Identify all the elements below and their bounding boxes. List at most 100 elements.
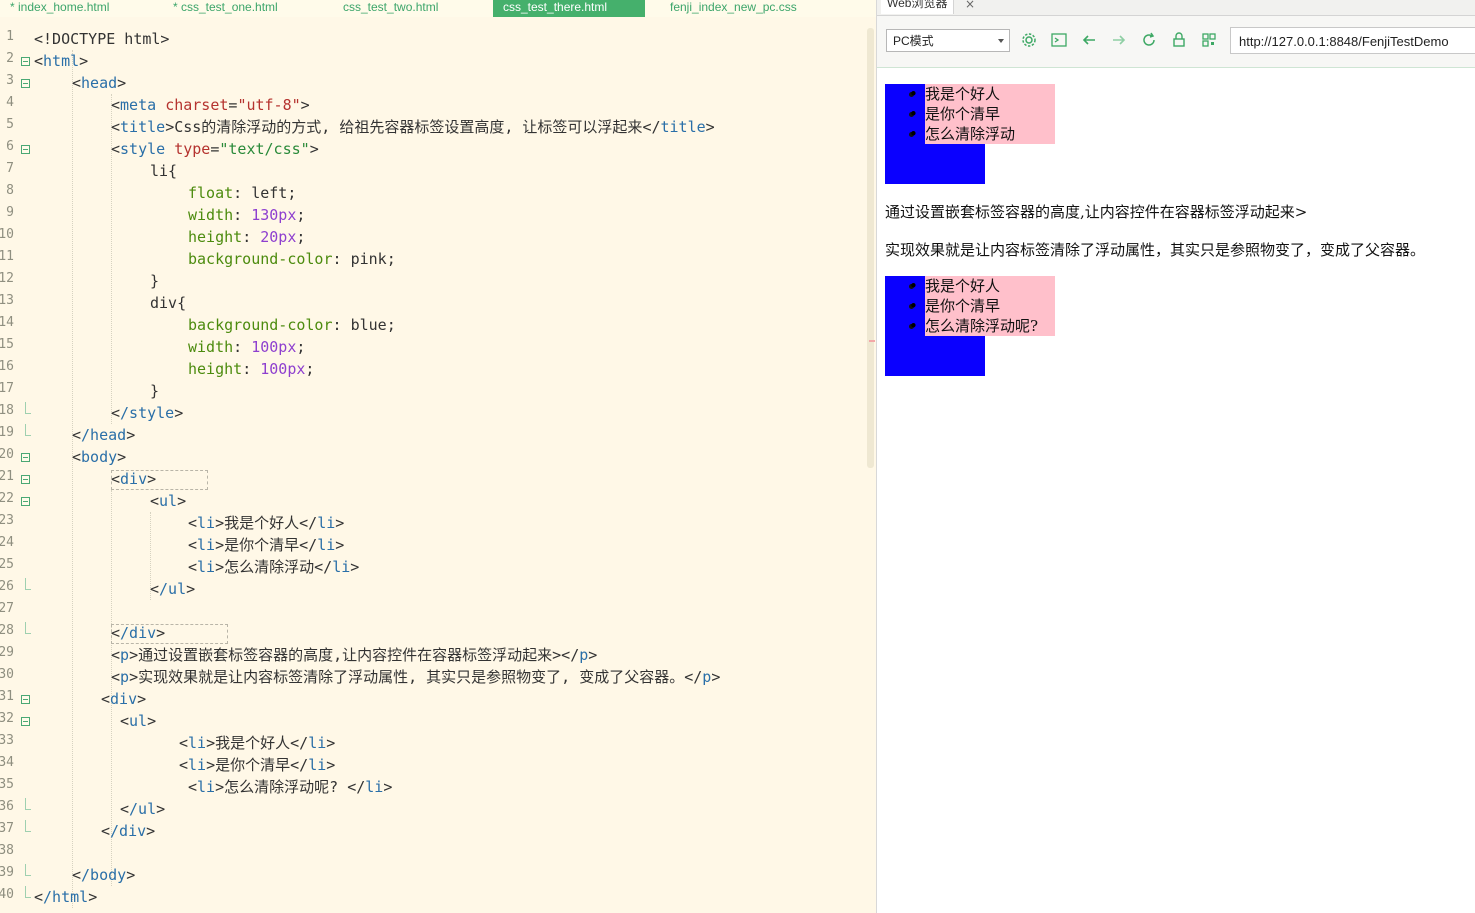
tab-css-test-there[interactable]: css_test_there.html — [493, 0, 645, 17]
line-number: 29 — [0, 645, 14, 660]
fold-toggle[interactable] — [21, 695, 30, 704]
fold-toggle[interactable] — [21, 145, 30, 154]
line-number: 35 — [0, 777, 14, 792]
code-line: 23 <li>我是个好人</li> — [0, 513, 345, 532]
lock-icon[interactable] — [1170, 31, 1188, 49]
fold-toggle[interactable] — [21, 453, 30, 462]
mode-select[interactable]: PC模式 — [886, 29, 1010, 52]
tab-css-test-one[interactable]: * css_test_one.html — [173, 0, 278, 17]
line-number: 26 — [0, 579, 14, 594]
line-number: 30 — [0, 667, 14, 682]
list-item: 我是个好人 — [925, 276, 1055, 296]
line-number: 40 — [0, 887, 14, 902]
code-line: 4 <meta charset="utf-8"> — [0, 94, 868, 116]
list-item: 我是个好人 — [925, 84, 1055, 104]
tab-css-test-two[interactable]: css_test_two.html — [343, 0, 438, 17]
line-number: 34 — [0, 755, 14, 770]
line-number: 15 — [0, 337, 14, 352]
fold-toggle[interactable] — [21, 57, 30, 66]
code-token: pink — [350, 250, 387, 268]
fold-toggle[interactable] — [21, 717, 30, 726]
line-number: 10 — [0, 227, 14, 242]
code-token: body — [81, 448, 118, 466]
code-line: 25 <li>怎么清除浮动</li> — [0, 557, 360, 576]
line-number: 13 — [0, 293, 14, 308]
code-line: 30 <p>实现效果就是让内容标签清除了浮动属性, 其实只是参照物变了, 变成了父… — [0, 667, 721, 686]
editor-tab-bar: * index_home.html * css_test_one.html cs… — [0, 0, 876, 17]
code-line: 13 div{ — [0, 292, 868, 314]
qrcode-icon[interactable] — [1200, 31, 1218, 49]
code-token: html — [43, 52, 80, 70]
code-token: 130px — [251, 206, 297, 224]
line-number: 28 — [0, 623, 14, 638]
code-line: 18 </style> — [0, 402, 184, 422]
line-number: 14 — [0, 315, 14, 330]
code-token: li — [197, 514, 216, 532]
code-token: type — [174, 140, 211, 158]
editor-scrollbar[interactable] — [867, 28, 874, 468]
code-line: 31 <div> — [0, 689, 147, 708]
line-number: 38 — [0, 843, 14, 858]
forward-arrow-icon[interactable] — [1110, 31, 1128, 49]
close-icon[interactable]: × — [965, 0, 975, 11]
line-number: 37 — [0, 821, 14, 836]
fold-toggle[interactable] — [21, 475, 30, 484]
settings-icon[interactable] — [1020, 31, 1038, 49]
code-token: li — [308, 734, 327, 752]
code-line: 32 <ul> — [0, 711, 157, 730]
browser-toolbar: PC模式 http://127.0.0.1:8848/FenjiTestDemo — [877, 16, 1475, 68]
line-number: 19 — [0, 425, 14, 440]
list-item: 怎么清除浮动呢? — [925, 316, 1055, 336]
code-token: head — [81, 74, 118, 92]
browser-tab-label: Web浏览器 — [887, 0, 948, 10]
url-bar[interactable]: http://127.0.0.1:8848/FenjiTestDemo — [1230, 27, 1475, 54]
line-number: 17 — [0, 381, 14, 396]
blue-container-2: 我是个好人 是你个清早 怎么清除浮动呢? — [885, 276, 1055, 376]
code-line: 26 </ul> — [0, 578, 196, 598]
code-line: 10 height: 20px; — [0, 227, 306, 246]
code-line: 24 <li>是你个清早</li> — [0, 535, 345, 554]
code-token: 实现效果就是让内容标签清除了浮动属性, 其实只是参照物变了, 变成了父容器。 — [138, 668, 685, 686]
code-line: 7 li{ — [0, 160, 868, 182]
line-number: 23 — [0, 513, 14, 528]
code-line: 9 width: 130px; — [0, 204, 868, 226]
code-token: 是你个清早 — [224, 536, 300, 554]
list-item: 怎么清除浮动 — [925, 124, 1055, 144]
code-area[interactable]: 1 <!DOCTYPE html> 2 <html> 3 <head> 4 <meta … — [0, 28, 868, 908]
fold-end-marker — [25, 424, 31, 436]
code-token: /div — [120, 624, 157, 642]
fold-toggle[interactable] — [21, 497, 30, 506]
tab-fenji-index-new-pc[interactable]: fenji_index_new_pc.css — [670, 0, 797, 17]
line-number: 22 — [0, 491, 14, 506]
code-line: 19 </head> — [0, 424, 136, 444]
line-number: 5 — [6, 117, 14, 132]
list-item: 是你个清早 — [925, 296, 1055, 316]
line-number: 18 — [0, 403, 14, 418]
terminal-icon[interactable] — [1050, 31, 1068, 49]
code-token: background-color — [188, 250, 333, 268]
line-number: 11 — [0, 249, 14, 264]
back-arrow-icon[interactable] — [1080, 31, 1098, 49]
fold-toggle[interactable] — [21, 79, 30, 88]
code-token: /ul — [159, 580, 187, 598]
code-token: p — [702, 668, 712, 686]
line-number: 12 — [0, 271, 14, 286]
refresh-icon[interactable] — [1140, 31, 1158, 49]
code-token: div — [120, 470, 148, 488]
code-token: <!DOCTYPE html> — [34, 30, 170, 48]
tab-index-home[interactable]: * index_home.html — [10, 0, 109, 17]
line-number: 8 — [6, 183, 14, 198]
line-number: 36 — [0, 799, 14, 814]
line-number: 4 — [6, 95, 14, 110]
code-editor[interactable]: * index_home.html * css_test_one.html cs… — [0, 0, 876, 913]
code-line: 28 </div> — [0, 622, 166, 642]
code-token: /html — [43, 888, 89, 906]
code-token: Css的清除浮动的方式, 给祖先容器标签设置高度, 让标签可以浮起来 — [174, 118, 643, 136]
code-token: float — [188, 184, 234, 202]
line-number: 16 — [0, 359, 14, 374]
code-token: /ul — [129, 800, 157, 818]
code-token: width — [188, 206, 234, 224]
code-line: 40 </html> — [0, 886, 98, 906]
browser-tab[interactable]: Web浏览器 — [881, 0, 955, 14]
fold-end-marker — [25, 798, 31, 810]
